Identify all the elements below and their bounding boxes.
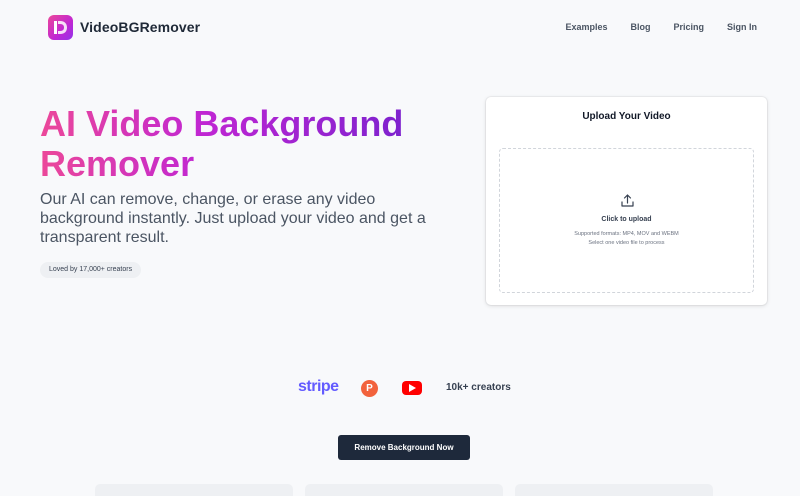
nav-sign-in[interactable]: Sign In xyxy=(727,22,757,32)
logo-icon[interactable] xyxy=(48,15,73,40)
select-note: Select one video file to process xyxy=(588,240,665,246)
social-proof: stripe P 10k+ creators xyxy=(0,378,800,400)
creators-badge: Loved by 17,000+ creators xyxy=(40,262,142,278)
stripe-logo: stripe xyxy=(298,378,339,395)
click-to-upload-label[interactable]: Click to upload xyxy=(500,216,753,223)
feature-card xyxy=(515,484,713,496)
creators-count: 10k+ creators xyxy=(446,382,511,393)
upload-card-title: Upload Your Video xyxy=(582,111,671,122)
upload-dropzone[interactable]: Click to upload Supported formats: MP4, … xyxy=(499,148,754,293)
youtube-logo xyxy=(402,381,422,395)
feature-card xyxy=(95,484,293,496)
hero-title-line1: AI Video Background xyxy=(40,103,404,144)
header: VideoBGRemover Examples Blog Pricing Sig… xyxy=(0,0,800,56)
feature-card xyxy=(305,484,503,496)
nav-blog[interactable]: Blog xyxy=(630,22,650,32)
upload-card: Upload Your Video Click to upload Suppor… xyxy=(486,97,767,305)
hero-title-line2: Remover xyxy=(40,143,195,184)
hero-description: Our AI can remove, change, or erase any … xyxy=(40,191,426,246)
main-nav: Examples Blog Pricing Sign In xyxy=(565,22,757,32)
hero-title: AI Video Background Remover xyxy=(40,104,403,184)
brand-name[interactable]: VideoBGRemover xyxy=(80,19,200,35)
remove-background-button[interactable]: Remove Background Now xyxy=(338,435,470,460)
producthunt-logo: P xyxy=(361,380,378,397)
nav-pricing[interactable]: Pricing xyxy=(673,22,704,32)
supported-formats: Supported formats: MP4, MOV and WEBM xyxy=(574,231,679,237)
upload-icon xyxy=(621,194,634,207)
nav-examples[interactable]: Examples xyxy=(565,22,607,32)
